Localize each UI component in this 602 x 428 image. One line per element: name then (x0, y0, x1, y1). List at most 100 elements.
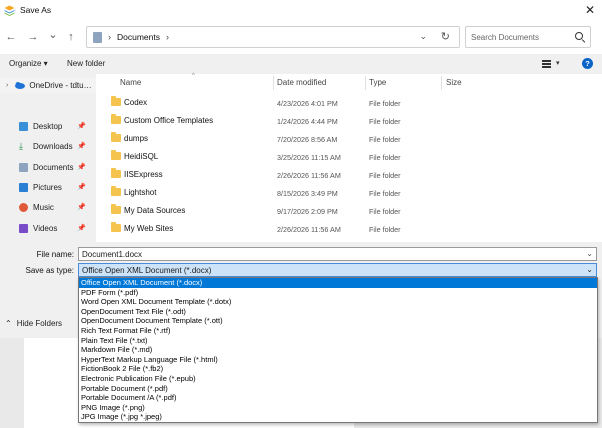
chevron-up-icon: ⌃ (5, 319, 12, 328)
column-divider[interactable] (273, 76, 274, 90)
view-options-icon[interactable] (542, 60, 551, 68)
pin-icon[interactable]: 📌 (77, 142, 86, 150)
back-arrow-icon[interactable]: ← (4, 30, 18, 44)
type-option[interactable]: FictionBook 2 File (*.fb2) (79, 364, 597, 374)
file-type: File folder (369, 207, 401, 216)
type-option[interactable]: Portable Document (*.pdf) (79, 384, 597, 394)
file-name: My Web Sites (124, 224, 174, 233)
file-name: HeidiSQL (124, 152, 159, 161)
folder-icon (111, 222, 121, 232)
sidebar-item-documents[interactable]: Documents 📌 (0, 159, 96, 175)
file-date: 4/23/2026 4:01 PM (277, 99, 338, 108)
file-type: File folder (369, 99, 401, 108)
type-option[interactable]: HyperText Markup Language File (*.html) (79, 355, 597, 365)
sidebar-item-label: Videos (33, 223, 58, 233)
help-icon[interactable]: ? (582, 58, 593, 69)
sidebar-item-music[interactable]: Music 📌 (0, 199, 96, 215)
type-option[interactable]: PNG Image (*.png) (79, 403, 597, 413)
sidebar-item-pictures[interactable]: Pictures 📌 (0, 179, 96, 195)
hide-folders-button[interactable]: ⌃ Hide Folders (5, 319, 62, 328)
type-option[interactable]: Plain Text File (*.txt) (79, 336, 597, 346)
column-header-type[interactable]: Type (369, 78, 386, 87)
pin-icon[interactable]: 📌 (77, 122, 86, 130)
pin-icon[interactable]: 📌 (77, 163, 86, 171)
file-date: 3/25/2026 11:15 AM (277, 153, 341, 162)
pin-icon[interactable]: 📌 (77, 183, 86, 191)
close-icon[interactable]: ✕ (585, 3, 595, 17)
save-as-type-label: Save as type: (25, 266, 74, 275)
column-divider[interactable] (365, 76, 366, 90)
refresh-icon[interactable]: ↻ (441, 30, 450, 43)
save-as-dialog: Save As ✕ ← → ⌄ ↑ › Documents › ⌄ ↻ Sear… (0, 0, 602, 428)
file-type: File folder (369, 135, 401, 144)
type-option[interactable]: Electronic Publication File (*.epub) (79, 374, 597, 384)
command-toolbar: Organize ▾ New folder (0, 56, 602, 74)
address-bar[interactable]: › Documents › ⌄ ↻ (86, 26, 460, 48)
save-as-type-select[interactable]: Office Open XML Document (*.docx) ⌄ (78, 263, 597, 277)
type-option[interactable]: OpenDocument Text File (*.odt) (79, 307, 597, 317)
file-row[interactable]: dumps 7/20/2026 8:56 AM File folder (96, 130, 602, 148)
file-row[interactable]: My Data Sources 9/17/2026 2:09 PM File f… (96, 202, 602, 220)
type-option[interactable]: Office Open XML Document (*.docx) (79, 278, 597, 288)
chevron-down-icon[interactable]: ⌄ (586, 265, 593, 274)
file-row[interactable]: Codex 4/23/2026 4:01 PM File folder (96, 94, 602, 112)
videos-icon (19, 223, 28, 233)
recent-locations-icon[interactable]: ⌄ (46, 28, 60, 42)
type-option[interactable]: OpenDocument Document Template (*.ott) (79, 316, 597, 326)
desktop-icon (19, 121, 28, 131)
music-icon (19, 202, 28, 212)
sidebar-item-label: Pictures (33, 182, 62, 192)
sidebar-item-desktop[interactable]: Desktop 📌 (0, 118, 96, 134)
file-row[interactable]: HeidiSQL 3/25/2026 11:15 AM File folder (96, 148, 602, 166)
chevron-down-icon[interactable]: ⌄ (419, 31, 427, 42)
sidebar-item-videos[interactable]: Videos 📌 (0, 220, 96, 236)
file-date: 2/26/2026 11:56 AM (277, 225, 341, 234)
folder-icon (111, 204, 121, 214)
chevron-down-icon[interactable]: ▾ (556, 59, 560, 67)
organize-button[interactable]: Organize ▾ (9, 59, 48, 68)
column-header-name[interactable]: Name (120, 78, 141, 87)
type-option[interactable]: JPG Image (*.jpg *.jpeg) (79, 412, 597, 422)
sidebar-item-label: OneDrive - tdtu… (29, 80, 92, 90)
pin-icon[interactable]: 📌 (77, 203, 86, 211)
sort-ascending-icon: ^ (192, 73, 195, 79)
file-name: My Data Sources (124, 206, 186, 215)
type-option[interactable]: Rich Text Format File (*.rtf) (79, 326, 597, 336)
up-arrow-icon[interactable]: ↑ (64, 30, 78, 44)
column-header-size[interactable]: Size (446, 78, 462, 87)
file-name: dumps (124, 134, 149, 143)
chevron-down-icon[interactable]: ⌄ (586, 249, 593, 258)
file-date: 2/26/2026 11:56 AM (277, 171, 341, 180)
filename-value[interactable]: Document1.docx (82, 250, 142, 259)
column-header-date[interactable]: Date modified (277, 78, 326, 87)
pin-icon[interactable]: 📌 (77, 224, 86, 232)
file-row[interactable]: Lightshot 8/15/2026 3:49 PM File folder (96, 184, 602, 202)
file-row[interactable]: IISExpress 2/26/2026 11:56 AM File folde… (96, 166, 602, 184)
folder-icon (111, 150, 121, 160)
forward-arrow-icon[interactable]: → (26, 30, 40, 44)
expand-chevron-icon[interactable]: › (6, 82, 8, 89)
search-icon[interactable] (575, 32, 583, 40)
filename-field[interactable]: Document1.docx ⌄ (78, 247, 597, 261)
cloud-icon (15, 82, 26, 89)
column-divider[interactable] (441, 76, 442, 90)
type-option[interactable]: Word Open XML Document Template (*.dotx) (79, 297, 597, 307)
folder-icon (111, 168, 121, 178)
sidebar-item-onedrive[interactable]: › OneDrive - tdtu… (0, 77, 96, 93)
folder-icon (111, 186, 121, 196)
sidebar-item-downloads[interactable]: ⤓ Downloads 📌 (0, 138, 96, 154)
type-option[interactable]: Markdown File (*.md) (79, 345, 597, 355)
new-folder-button[interactable]: New folder (67, 59, 105, 68)
pictures-icon (19, 182, 28, 192)
save-as-type-value[interactable]: Office Open XML Document (*.docx) (82, 266, 211, 275)
type-option[interactable]: Portable Document /A (*.pdf) (79, 393, 597, 403)
file-row[interactable]: My Web Sites 2/26/2026 11:56 AM File fol… (96, 220, 602, 238)
breadcrumb-documents[interactable]: Documents (117, 32, 160, 42)
search-input[interactable]: Search Documents (471, 33, 539, 42)
search-box[interactable]: Search Documents (465, 26, 591, 48)
chevron-right-icon[interactable]: › (166, 32, 169, 42)
type-option[interactable]: PDF Form (*.pdf) (79, 288, 597, 298)
chevron-right-icon[interactable]: › (108, 32, 111, 42)
documents-icon (19, 162, 28, 172)
file-row[interactable]: Custom Office Templates 1/24/2026 4:44 P… (96, 112, 602, 130)
